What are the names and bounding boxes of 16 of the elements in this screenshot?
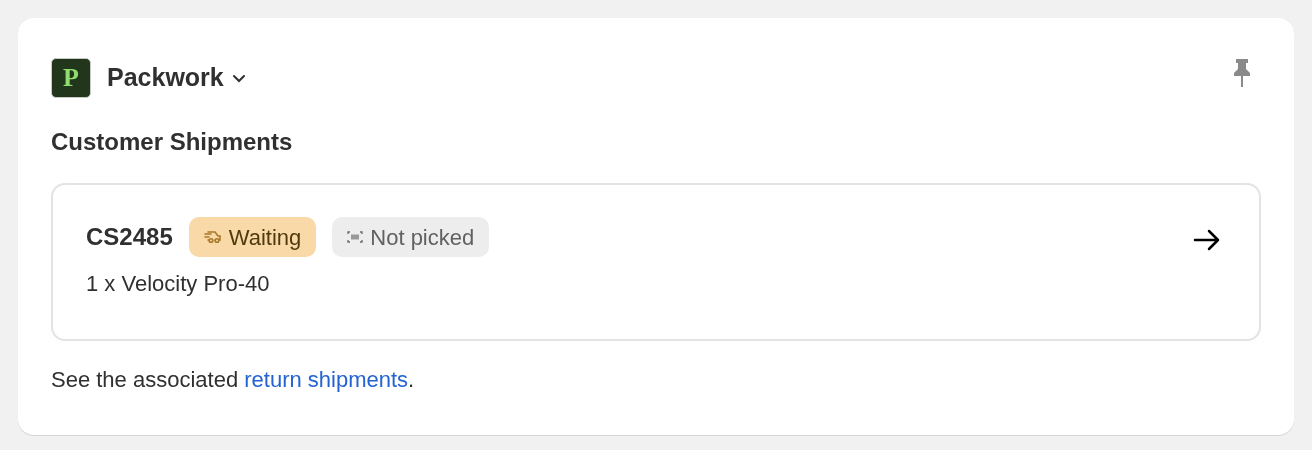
pin-button[interactable]	[1231, 58, 1253, 88]
truck-icon	[203, 230, 222, 244]
shipment-id: CS2485	[86, 222, 173, 252]
return-shipments-link[interactable]: return shipments	[244, 367, 409, 392]
arrow-right-icon	[1193, 229, 1221, 251]
footer-text: See the associated return shipments.	[51, 366, 416, 394]
status-badge: Not picked	[332, 217, 490, 257]
barcode-icon	[347, 231, 364, 243]
section-title: Customer Shipments	[51, 127, 294, 157]
app-logo: P	[51, 58, 91, 98]
pin-icon	[1231, 58, 1253, 88]
shipment-items: 1 x Velocity Pro-40	[86, 270, 271, 298]
chevron-down-icon	[231, 73, 246, 83]
app-switcher[interactable]: Packwork	[107, 59, 246, 97]
status-badge: Waiting	[188, 217, 317, 257]
shipment-card[interactable]: CS2485 Waiting Not picked 1 x Velocity Pro-40	[51, 183, 1261, 341]
